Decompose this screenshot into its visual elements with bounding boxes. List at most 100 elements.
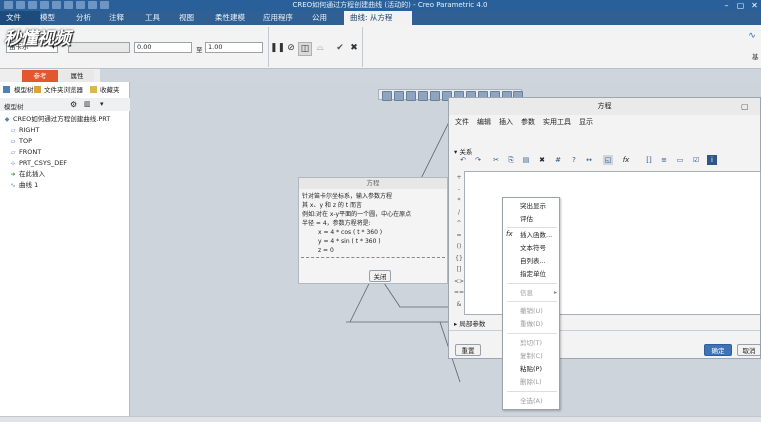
ribbon-divider: [268, 27, 269, 67]
tab-properties[interactable]: 属性: [60, 70, 94, 82]
insert-param-icon[interactable]: #: [553, 155, 563, 165]
tab-tools[interactable]: 工具: [139, 11, 166, 25]
tab-model[interactable]: 模型: [34, 11, 61, 25]
menu-item-copy[interactable]: 复制(C): [520, 352, 543, 361]
tab-folder-browser[interactable]: 文件夹浏览器: [32, 84, 96, 96]
verify-icon[interactable]: ▭: [675, 155, 685, 165]
no-preview-icon[interactable]: ⊘: [285, 42, 297, 54]
reorient-icon[interactable]: [430, 91, 440, 101]
menu-item-redo[interactable]: 重做(D): [520, 320, 543, 329]
menu-item-paste[interactable]: 粘贴(P): [520, 365, 542, 374]
repaint-icon[interactable]: [418, 91, 428, 101]
menu-item-info[interactable]: 信息: [520, 289, 533, 298]
context-menu: 突出显示 评估 fx 插入函数... 文本符号 自列表... 指定单位 信息 ▸…: [502, 197, 560, 410]
menu-item-highlight[interactable]: 突出显示: [520, 202, 546, 211]
hint-line: 例如:对在 x-y平面的一个圆，中心在原点: [302, 211, 412, 218]
copy-icon[interactable]: ⎘: [506, 155, 516, 165]
csys-reference-field[interactable]: [68, 42, 130, 53]
delete-icon[interactable]: ✖: [537, 155, 547, 165]
tab-common[interactable]: 公用: [306, 11, 333, 25]
favorites-icon: [90, 86, 97, 93]
close-window-icon[interactable]: [100, 1, 109, 9]
window-title: CREO如何通过方程创建曲线 (活动的) - Creo Parametric 4…: [292, 1, 488, 9]
tree-item-part[interactable]: ◆ CREO如何通过方程创建曲线.PRT: [3, 114, 111, 125]
tree-item-csys[interactable]: ⊹ PRT_CSYS_DEF: [9, 158, 67, 169]
tab-curve-from-equation[interactable]: 曲线: 从方程: [344, 11, 412, 25]
ok-check-icon[interactable]: ✔: [334, 42, 346, 54]
menu-item-delete[interactable]: 删除(L): [520, 378, 542, 387]
verify-preview-icon[interactable]: ◫: [298, 42, 312, 56]
insert-expression-icon[interactable]: ?: [569, 155, 579, 165]
zoom-out-icon[interactable]: [406, 91, 416, 101]
display-units-icon[interactable]: ◱: [603, 155, 613, 165]
evaluate-icon[interactable]: ☑: [691, 155, 701, 165]
datum-curve-icon[interactable]: ∿: [746, 30, 758, 42]
undo-icon[interactable]: ↶: [458, 155, 468, 165]
menu-show[interactable]: 显示: [579, 117, 593, 127]
tree-item-right[interactable]: ▱ RIGHT: [9, 125, 40, 136]
minimize-icon[interactable]: –: [720, 0, 733, 11]
redo-icon[interactable]: [64, 1, 73, 9]
dimension-icon[interactable]: ↔: [584, 155, 594, 165]
from-value-field[interactable]: 0.00: [134, 42, 192, 53]
sort-icon[interactable]: ≡: [659, 155, 669, 165]
cancel-x-icon[interactable]: ✖: [348, 42, 360, 54]
tree-settings-icon[interactable]: ⚙: [70, 100, 77, 109]
to-value-field[interactable]: 1.00: [205, 42, 263, 53]
menu-insert[interactable]: 插入: [499, 117, 513, 127]
pause-icon[interactable]: ❚❚: [270, 42, 285, 54]
tree-item-curve[interactable]: ∿ 曲线 1: [9, 180, 38, 191]
new-file-icon[interactable]: [16, 1, 25, 9]
redo-icon[interactable]: ↷: [473, 155, 483, 165]
tree-filter-icon[interactable]: ▾: [100, 100, 104, 108]
part-icon: ◆: [4, 116, 10, 123]
open-file-icon[interactable]: [28, 1, 37, 9]
menu-item-text-symbol[interactable]: 文本符号: [520, 244, 546, 253]
model-tree-icon: [3, 86, 10, 93]
menu-item-undo[interactable]: 撤销(U): [520, 307, 543, 316]
glasses-preview-icon[interactable]: ⌓: [314, 42, 326, 54]
tab-analysis[interactable]: 分析: [70, 11, 97, 25]
close-icon[interactable]: ✕: [748, 0, 761, 11]
reset-button[interactable]: 重置: [455, 344, 481, 356]
tab-references[interactable]: 参考: [22, 70, 58, 82]
paste-icon[interactable]: ▤: [521, 155, 531, 165]
menu-item-insert-function[interactable]: 插入函数...: [520, 231, 552, 240]
local-params-section[interactable]: ▸ 局部参数: [454, 318, 485, 328]
zoom-in-icon[interactable]: [394, 91, 404, 101]
hint-close-button[interactable]: 关闭: [369, 270, 391, 282]
menu-edit[interactable]: 编辑: [477, 117, 491, 127]
tree-item-label: 在此插入: [19, 170, 45, 178]
refit-icon[interactable]: [382, 91, 392, 101]
menu-parameters[interactable]: 参数: [521, 117, 535, 127]
info-icon[interactable]: i: [707, 155, 717, 165]
cut-icon[interactable]: ✂: [491, 155, 501, 165]
tree-item-front[interactable]: ▱ FRONT: [9, 147, 42, 158]
menu-item-cut[interactable]: 剪切(T): [520, 339, 542, 348]
save-icon[interactable]: [40, 1, 49, 9]
menu-item-select-all[interactable]: 全选(A): [520, 397, 543, 406]
tree-item-insert-here[interactable]: ➜ 在此插入: [9, 169, 45, 180]
dialog-maximize-icon[interactable]: ▢: [741, 102, 749, 111]
tab-annotate[interactable]: 注释: [103, 11, 130, 25]
menu-item-assign-units[interactable]: 指定单位: [520, 270, 546, 279]
tree-item-top[interactable]: ▱ TOP: [9, 136, 32, 147]
status-bar: [0, 416, 761, 422]
undo-icon[interactable]: [52, 1, 61, 9]
cancel-button[interactable]: 取消: [737, 344, 761, 356]
menu-item-from-list[interactable]: 自列表...: [520, 257, 546, 266]
insert-function-icon[interactable]: fx: [621, 155, 631, 165]
tab-view[interactable]: 视图: [173, 11, 200, 25]
tree-columns-icon[interactable]: ▥: [84, 100, 91, 108]
maximize-icon[interactable]: ▢: [734, 0, 747, 11]
tab-flexible-modeling[interactable]: 柔性建模: [209, 11, 251, 25]
menu-file[interactable]: 文件: [455, 117, 469, 127]
windows-icon[interactable]: [88, 1, 97, 9]
menu-utilities[interactable]: 实用工具: [543, 117, 571, 127]
ok-button[interactable]: 确定: [704, 344, 732, 356]
regenerate-icon[interactable]: [76, 1, 85, 9]
tab-applications[interactable]: 应用程序: [257, 11, 299, 25]
hint-equation-z: z = 0: [318, 247, 334, 254]
menu-item-evaluate[interactable]: 评估: [520, 215, 533, 224]
brackets-icon[interactable]: []: [644, 155, 654, 165]
